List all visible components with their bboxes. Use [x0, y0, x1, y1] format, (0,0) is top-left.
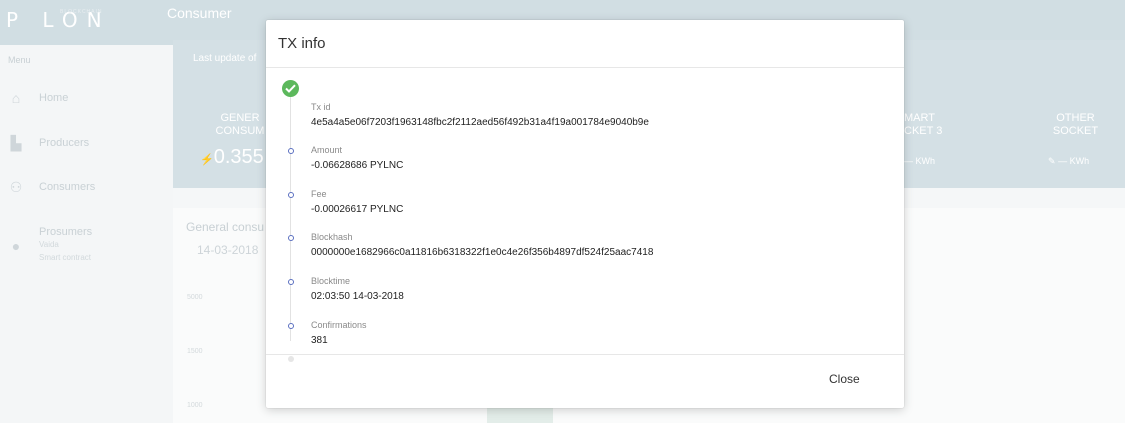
tx-id-value: 4e5a4a5e06f7203f1963148fbc2f2112aed56f49… — [311, 117, 649, 128]
confirmations-label: Confirmations — [311, 320, 367, 330]
dialog-body: Tx id 4e5a4a5e06f7203f1963148fbc2f2112ae… — [266, 68, 904, 362]
close-button[interactable]: Close — [829, 372, 860, 386]
amount-value: -0.06628686 PYLNC — [311, 160, 404, 171]
fee-label: Fee — [311, 189, 327, 199]
fee-value: -0.00026617 PYLNC — [311, 204, 404, 215]
timeline-dot — [288, 192, 294, 198]
amount-label: Amount — [311, 145, 343, 155]
timeline-dot — [288, 323, 294, 329]
confirmations-value: 381 — [311, 335, 328, 346]
blocktime-value: 02:03:50 14-03-2018 — [311, 291, 404, 302]
tx-info-dialog: TX info Tx id 4e5a4a5e06f7203f1963148fbc… — [266, 20, 904, 408]
timeline-dot — [288, 279, 294, 285]
check-circle-icon — [282, 80, 299, 97]
timeline-line — [290, 96, 291, 341]
timeline-dot — [288, 148, 294, 154]
dialog-header: TX info — [266, 20, 904, 68]
blockhash-label: Blockhash — [311, 232, 353, 242]
timeline-dot — [288, 235, 294, 241]
dialog-title: TX info — [278, 35, 326, 52]
blocktime-label: Blocktime — [311, 276, 351, 286]
blockhash-value: 0000000e1682966c0a11816b6318322f1e0c4e26… — [311, 247, 654, 258]
dialog-footer: Close — [266, 354, 904, 408]
tx-id-label: Tx id — [311, 102, 331, 112]
